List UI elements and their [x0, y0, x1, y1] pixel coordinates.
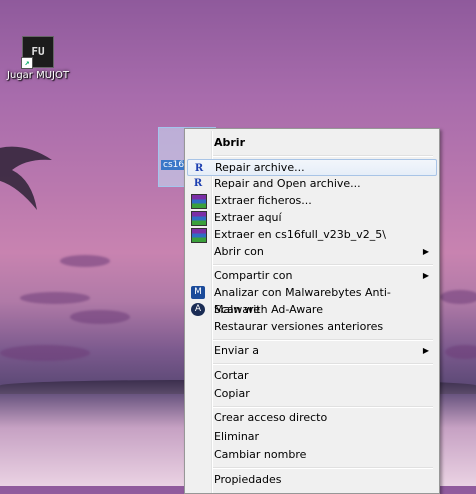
menu-separator: [213, 406, 433, 408]
malwarebytes-icon: M: [191, 286, 205, 299]
submenu-arrow-icon: ▶: [422, 247, 429, 256]
menu-item-extraer-en[interactable]: Extraer en cs16full_v23b_v2_5\: [187, 226, 435, 243]
adaware-icon: A: [191, 303, 205, 316]
menu-separator: [213, 155, 433, 157]
menu-item-abrir-con[interactable]: Abrir con ▶: [187, 243, 435, 260]
cloud: [70, 310, 130, 324]
winrar-icon: [191, 194, 207, 209]
shortcut-arrow-icon: ↗: [21, 57, 33, 69]
menu-separator: [213, 363, 433, 365]
submenu-arrow-icon: ▶: [422, 271, 429, 280]
menu-separator: [213, 467, 433, 469]
context-menu: Abrir R Repair archive... R Repair and O…: [184, 128, 440, 494]
menu-separator: [213, 339, 433, 341]
winrar-repair-icon: R: [193, 178, 203, 189]
menu-item-cambiar-nombre[interactable]: Cambiar nombre: [187, 446, 435, 463]
menu-item-abrir[interactable]: Abrir: [187, 134, 435, 151]
menu-separator: [213, 264, 433, 266]
menu-item-compartir-con[interactable]: Compartir con ▶: [187, 267, 435, 284]
menu-item-repair-open-archive[interactable]: R Repair and Open archive...: [187, 175, 435, 192]
menu-item-extraer-aqui[interactable]: Extraer aquí: [187, 209, 435, 226]
palm-tree-silhouette: [0, 146, 52, 210]
menu-item-eliminar[interactable]: Eliminar: [187, 428, 435, 445]
menu-item-cortar[interactable]: Cortar: [187, 367, 435, 384]
menu-item-copiar[interactable]: Copiar: [187, 385, 435, 402]
winrar-icon: [191, 228, 207, 243]
cloud: [60, 255, 110, 267]
cloud: [440, 290, 476, 304]
desktop-shortcut-label: Jugar MUJOT: [7, 70, 69, 81]
game-icon: FU ↗: [21, 36, 54, 69]
submenu-arrow-icon: ▶: [422, 346, 429, 355]
menu-item-repair-archive[interactable]: R Repair archive...: [187, 159, 437, 176]
menu-item-enviar-a[interactable]: Enviar a ▶: [187, 342, 435, 359]
menu-item-extraer-ficheros[interactable]: Extraer ficheros...: [187, 192, 435, 209]
cloud: [445, 345, 476, 359]
winrar-repair-icon: R: [194, 163, 204, 174]
game-icon-glyph: FU: [31, 45, 45, 58]
menu-item-malwarebytes[interactable]: M Analizar con Malwarebytes Anti-Malware: [187, 284, 435, 316]
menu-item-restaurar-versiones[interactable]: Restaurar versiones anteriores: [187, 318, 435, 335]
winrar-icon: [191, 211, 207, 226]
cloud: [0, 345, 90, 361]
cloud: [20, 292, 90, 304]
menu-item-propiedades[interactable]: Propiedades: [187, 471, 435, 488]
menu-item-crear-acceso-directo[interactable]: Crear acceso directo: [187, 409, 435, 426]
desktop-shortcut-jugar-mujot[interactable]: FU ↗ Jugar MUJOT: [4, 36, 72, 81]
menu-item-ad-aware[interactable]: A Scan with Ad-Aware: [187, 301, 435, 318]
